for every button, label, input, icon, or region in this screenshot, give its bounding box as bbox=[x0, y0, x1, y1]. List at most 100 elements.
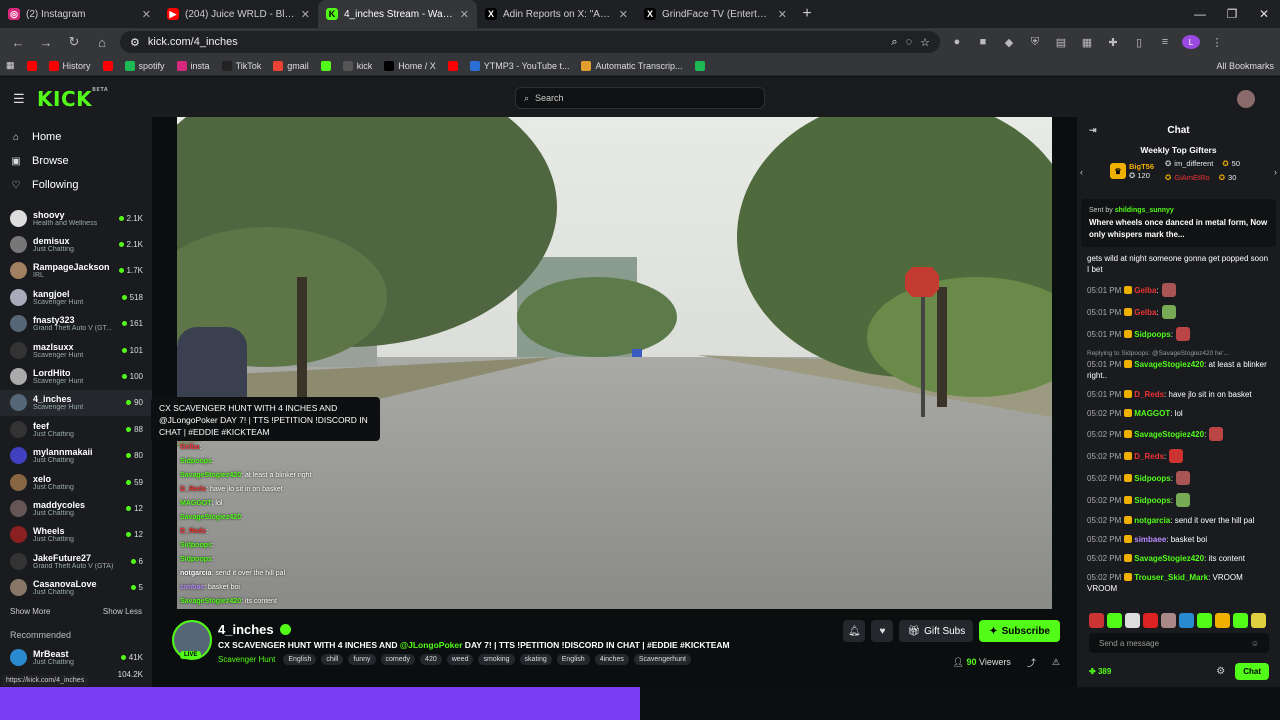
search-input[interactable]: ⌕ Search bbox=[515, 87, 765, 109]
chat-username[interactable]: Gelba bbox=[1134, 286, 1156, 295]
sidepanel-icon[interactable]: ▯ bbox=[1130, 35, 1148, 49]
chat-username[interactable]: SavageStogiez420 bbox=[1134, 360, 1204, 369]
sidebar-channel[interactable]: mylannmakaii Just Chatting 80 bbox=[0, 443, 152, 469]
gift-subs-button[interactable]: 🎁︎ Gift Subs bbox=[899, 620, 974, 642]
stream-tag[interactable]: weed bbox=[446, 654, 474, 665]
bookmark-item[interactable]: Home / X bbox=[384, 60, 436, 71]
sidebar-channel[interactable]: 4_inches Scavenger Hunt 90 bbox=[0, 389, 152, 417]
sidebar-channel[interactable]: shoovy Health and Wellness 2.1K bbox=[0, 205, 152, 231]
chat-message[interactable]: 05:02 PM notgarcia: send it over the hill… bbox=[1087, 515, 1270, 526]
bookmark-item[interactable] bbox=[102, 60, 113, 71]
extension-icon[interactable]: ▤ bbox=[1052, 35, 1070, 49]
chat-message[interactable]: 05:01 PM Sidpoops: bbox=[1087, 327, 1270, 341]
channel-points[interactable]: ✤ 389 bbox=[1089, 667, 1111, 676]
browser-tab[interactable]: ◎ (2) Instagram ✕ bbox=[0, 0, 159, 28]
emote-icon[interactable] bbox=[1215, 613, 1230, 628]
chat-username[interactable]: D_Reds bbox=[1134, 452, 1164, 461]
heart-icon[interactable]: ♥ bbox=[871, 620, 894, 642]
chat-username[interactable]: Gelba bbox=[1134, 308, 1156, 317]
stream-tag[interactable]: chill bbox=[321, 654, 344, 665]
emote-icon[interactable] bbox=[1197, 613, 1212, 628]
sidebar-channel[interactable]: CasanovaLove Just Chatting 5 bbox=[0, 574, 152, 600]
stream-tag[interactable]: smoking bbox=[478, 654, 515, 665]
chat-message[interactable]: 05:02 PM Sidpoops: bbox=[1087, 493, 1270, 507]
chat-message[interactable]: 05:02 PM Trouser_Skid_Mark: VROOM VROOM bbox=[1087, 572, 1270, 594]
chat-message[interactable]: 05:02 PM D_Reds: bbox=[1087, 449, 1270, 463]
chat-username[interactable]: notgarcia bbox=[1134, 516, 1170, 525]
menu-icon[interactable]: ⋮ bbox=[1208, 35, 1226, 49]
emote-icon[interactable] bbox=[1233, 613, 1248, 628]
chat-username[interactable]: Sidpoops bbox=[1134, 474, 1170, 483]
minimize-icon[interactable]: — bbox=[1184, 0, 1216, 28]
bookmark-item[interactable] bbox=[26, 60, 37, 71]
close-tab-icon[interactable]: ✕ bbox=[619, 8, 628, 21]
bookmark-item[interactable]: spotify bbox=[124, 60, 165, 71]
collapse-chat-icon[interactable]: ⇥ bbox=[1089, 125, 1097, 136]
stream-tag[interactable]: comedy bbox=[380, 654, 416, 665]
emote-icon[interactable] bbox=[1161, 613, 1176, 628]
chat-message[interactable]: 05:02 PM Sidpoops: bbox=[1087, 471, 1270, 485]
sidebar-channel[interactable]: JakeFuture27 Grand Theft Auto V (GTA) 6 bbox=[0, 548, 152, 574]
category-link[interactable]: Scavenger Hunt bbox=[218, 655, 275, 664]
emote-icon[interactable] bbox=[1107, 613, 1122, 628]
bookmark-star-icon[interactable]: ☆ bbox=[920, 36, 930, 49]
stream-tag[interactable]: English bbox=[283, 654, 317, 665]
chat-input[interactable]: Send a message ☺ bbox=[1089, 633, 1269, 653]
chat-username[interactable]: SavageStogiez420 bbox=[1134, 430, 1204, 439]
browser-tab[interactable]: K 4_inches Stream - Watch Li ✕ bbox=[318, 0, 477, 28]
share-icon[interactable]: ⤴ bbox=[1027, 656, 1036, 669]
chat-message[interactable]: 05:02 PM simbaee: basket boi bbox=[1087, 534, 1270, 545]
browser-tab[interactable]: X Adin Reports on X: "Adin Ross ✕ bbox=[477, 0, 636, 28]
bookmark-item[interactable] bbox=[447, 60, 458, 71]
sidebar-channel[interactable]: kangjoel Scavenger Hunt 518 bbox=[0, 284, 152, 310]
bookmark-item[interactable]: insta bbox=[176, 60, 210, 71]
stream-title-mention[interactable]: @JLongoPoker bbox=[400, 640, 463, 650]
stream-tag[interactable]: Scavengerhunt bbox=[633, 654, 691, 665]
chat-username[interactable]: SavageStogiez420 bbox=[1134, 554, 1204, 563]
report-icon[interactable]: ⚠ bbox=[1052, 657, 1060, 668]
chevron-left-icon[interactable]: ‹ bbox=[1080, 167, 1083, 177]
chat-message[interactable]: 05:02 PM MAGGOT: lol bbox=[1087, 408, 1270, 419]
extension-icon[interactable]: ■ bbox=[974, 35, 992, 49]
puzzle-icon[interactable]: ✚ bbox=[1104, 35, 1122, 49]
stream-tag[interactable]: English bbox=[556, 654, 590, 665]
pinned-message[interactable]: Sent by shildings_sunnyy Where wheels on… bbox=[1081, 199, 1276, 247]
sidebar-channel[interactable]: fnasty323 Grand Theft Auto V (GT... 161 bbox=[0, 311, 152, 337]
subscribe-button[interactable]: ✦ Subscribe bbox=[979, 620, 1060, 642]
gifter-1[interactable]: ♛ BigT56 ✪ 120 bbox=[1110, 162, 1154, 180]
streamer-name[interactable]: 4_inches bbox=[218, 622, 291, 637]
bottom-banner[interactable] bbox=[0, 687, 640, 720]
show-more-button[interactable]: Show More bbox=[10, 607, 50, 616]
url-input[interactable]: ⚙ kick.com/4_inches ⌕ ◌ ☆ bbox=[120, 31, 940, 53]
chat-username[interactable]: MAGGOT bbox=[1134, 409, 1170, 418]
gear-icon[interactable]: ⚙ bbox=[1216, 666, 1225, 677]
emote-icon[interactable] bbox=[1125, 613, 1140, 628]
chat-message[interactable]: 05:01 PM D_Reds: have jlo sit in on baske… bbox=[1087, 389, 1270, 400]
kick-logo[interactable]: KICKBETA bbox=[37, 87, 108, 111]
bookmark-item[interactable]: kick bbox=[342, 60, 372, 71]
back-icon[interactable]: ← bbox=[8, 35, 28, 50]
emote-icon[interactable] bbox=[1143, 613, 1158, 628]
sidebar-channel[interactable]: MrBeast Just Chatting 41K bbox=[0, 644, 152, 670]
chat-message[interactable]: 05:01 PM SavageStogiez420: at least a bli… bbox=[1087, 359, 1270, 381]
home-icon[interactable]: ⌂ bbox=[92, 35, 112, 50]
maximize-icon[interactable]: ❐ bbox=[1216, 0, 1248, 28]
stream-tag[interactable]: 420 bbox=[420, 654, 442, 665]
bookmark-item[interactable] bbox=[320, 60, 331, 71]
media-icon[interactable]: ≡ bbox=[1156, 35, 1174, 49]
close-tab-icon[interactable]: ✕ bbox=[460, 8, 469, 21]
chevron-right-icon[interactable]: › bbox=[1274, 167, 1277, 177]
chat-username[interactable]: Sidpoops bbox=[1134, 496, 1170, 505]
chat-username[interactable]: Trouser_Skid_Mark bbox=[1134, 573, 1208, 582]
emote-icon[interactable] bbox=[1089, 613, 1104, 628]
bell-icon[interactable]: 🔔︎ bbox=[843, 620, 866, 642]
new-tab-icon[interactable]: + bbox=[795, 5, 819, 23]
extension-icon[interactable]: ▦ bbox=[1078, 35, 1096, 49]
sidebar-channel[interactable]: maddycoles Just Chatting 12 bbox=[0, 495, 152, 521]
chat-message[interactable]: 05:02 PM SavageStogiez420: bbox=[1087, 427, 1270, 441]
site-info-icon[interactable]: ⚙ bbox=[130, 36, 140, 49]
chat-message[interactable]: 05:01 PM Gelba: bbox=[1087, 305, 1270, 319]
chat-message[interactable]: 05:02 PM SavageStogiez420: its content bbox=[1087, 553, 1270, 564]
chat-message[interactable]: gets wild at night someone gonna get pop… bbox=[1087, 253, 1270, 275]
bookmark-item[interactable]: TikTok bbox=[221, 60, 261, 71]
